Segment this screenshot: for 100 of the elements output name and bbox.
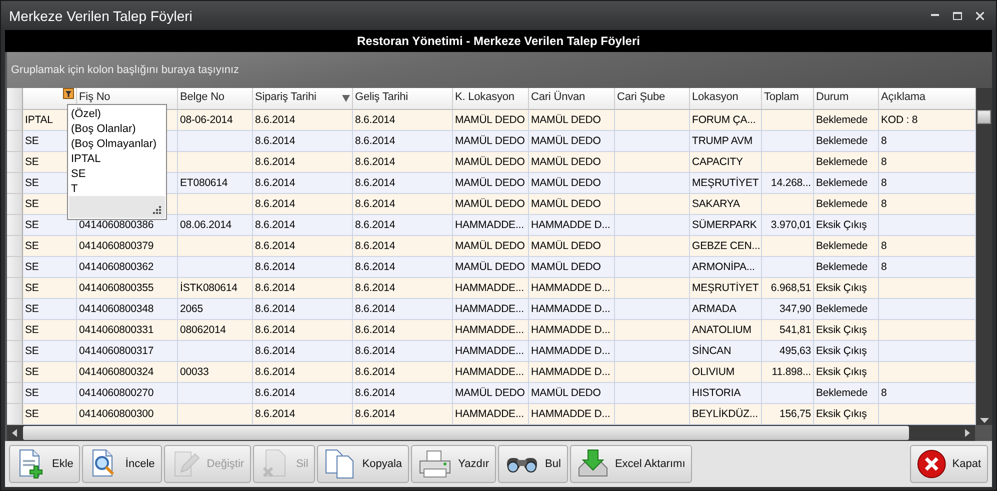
toolbar-button[interactable]: İncele — [82, 445, 162, 483]
table-cell: Beklemede — [814, 236, 879, 257]
toolbar-button[interactable]: Kopyala — [317, 445, 410, 483]
table-cell: 8.6.2014 — [353, 110, 453, 131]
table-cell — [762, 152, 814, 173]
table-cell: Eksik Çıkış — [814, 215, 879, 236]
close-icon[interactable] — [976, 12, 984, 20]
row-indicator — [7, 152, 23, 173]
maximize-icon[interactable] — [953, 12, 962, 20]
resize-grip-icon[interactable] — [153, 206, 161, 214]
table-cell: HAMMADDE... — [453, 341, 529, 362]
table-cell: 8.6.2014 — [253, 383, 353, 404]
table-cell: Eksik Çıkış — [814, 404, 879, 425]
table-cell: 0414060800324 — [77, 362, 178, 383]
toolbar-button[interactable]: Bul — [498, 445, 568, 483]
table-cell: Eksik Çıkış — [814, 278, 879, 299]
table-cell: 0414060800270 — [77, 383, 178, 404]
table-cell: 347,90 — [762, 299, 814, 320]
toolbar-button[interactable]: Ekle — [9, 445, 80, 483]
scroll-down-icon[interactable] — [980, 418, 988, 423]
table-cell — [762, 110, 814, 131]
table-cell: 156,75 — [762, 404, 814, 425]
table-cell: 8.6.2014 — [253, 341, 353, 362]
group-hint: Gruplamak için kolon başlığını buraya taşıyınız — [11, 64, 240, 76]
minimize-icon[interactable] — [931, 14, 939, 17]
table-cell: MAMÜL DEDO — [529, 110, 615, 131]
table-cell: SE — [23, 362, 77, 383]
table-cell: 8.6.2014 — [253, 173, 353, 194]
table-cell: 2065 — [178, 299, 253, 320]
table-cell: 8.6.2014 — [253, 320, 353, 341]
table-cell: SÜMERPARK — [690, 215, 762, 236]
table-cell: 8.6.2014 — [253, 131, 353, 152]
horizontal-scrollbar[interactable] — [7, 425, 975, 441]
table-cell: 8.6.2014 — [353, 152, 453, 173]
table-cell: 8 — [879, 257, 976, 278]
scroll-thumb[interactable] — [977, 110, 991, 124]
table-cell: MAMÜL DEDO — [453, 173, 529, 194]
row-indicator — [7, 131, 23, 152]
table-cell: MAMÜL DEDO — [453, 110, 529, 131]
table-cell: SAKARYA — [690, 194, 762, 215]
table-cell: 8.6.2014 — [253, 236, 353, 257]
toolbar-button[interactable]: Yazdır — [411, 445, 496, 483]
table-cell: HAMMADDE D... — [529, 341, 615, 362]
table-cell: MAMÜL DEDO — [529, 194, 615, 215]
table-cell: 8.6.2014 — [253, 152, 353, 173]
table-cell: 8.6.2014 — [353, 341, 453, 362]
table-cell: 0414060800355 — [77, 278, 178, 299]
table-cell: 08-06-2014 — [178, 110, 253, 131]
table-cell: HAMMADDE... — [453, 215, 529, 236]
table-cell — [762, 131, 814, 152]
table-cell: BEYLİKDÜZ... — [690, 404, 762, 425]
table-cell: MAMÜL DEDO — [529, 257, 615, 278]
table-cell: ARMADA — [690, 299, 762, 320]
table-cell: HISTORIA — [690, 383, 762, 404]
table-cell: TRUMP AVM — [690, 131, 762, 152]
table-cell: MAMÜL DEDO — [529, 173, 615, 194]
table-cell: SE — [23, 257, 77, 278]
row-indicator — [7, 404, 23, 425]
row-indicator — [7, 320, 23, 341]
table-cell: MAMÜL DEDO — [529, 383, 615, 404]
table-cell: 8 — [879, 173, 976, 194]
table-cell: 3.970,01 — [762, 215, 814, 236]
group-panel[interactable]: Gruplamak için kolon başlığını buraya taşıyınız — [7, 52, 992, 88]
toolbar-button[interactable]: Excel Aktarımı — [570, 445, 692, 483]
table-cell: 8 — [879, 152, 976, 173]
table-cell: HAMMADDE D... — [529, 404, 615, 425]
vertical-scrollbar[interactable] — [976, 88, 992, 425]
table-cell: CAPACITY — [690, 152, 762, 173]
table-cell: ANATOLIUM — [690, 320, 762, 341]
table-cell: 8.6.2014 — [353, 194, 453, 215]
row-indicator — [7, 110, 23, 131]
table-cell — [762, 194, 814, 215]
row-indicator — [7, 194, 23, 215]
filter-icon[interactable] — [63, 88, 74, 99]
table-cell: Beklemede — [814, 131, 879, 152]
window-title: Merkeze Verilen Talep Föyleri — [9, 8, 194, 24]
table-cell: 8.6.2014 — [253, 299, 353, 320]
table-cell: Beklemede — [814, 299, 879, 320]
table-cell: Beklemede — [814, 152, 879, 173]
table-cell: 8.6.2014 — [353, 320, 453, 341]
table-cell: HAMMADDE... — [453, 320, 529, 341]
table-cell: 08062014 — [178, 320, 253, 341]
table-cell: HAMMADDE D... — [529, 299, 615, 320]
table-cell: SE — [23, 383, 77, 404]
table-cell: 8 — [879, 194, 976, 215]
table-cell: 541,81 — [762, 320, 814, 341]
table-cell: 0414060800348 — [77, 299, 178, 320]
close-button[interactable]: Kapat — [910, 445, 988, 483]
table-cell: 0414060800300 — [77, 404, 178, 425]
table-cell: FORUM ÇA... — [690, 110, 762, 131]
table-cell: Beklemede — [814, 110, 879, 131]
table-cell: 495,63 — [762, 341, 814, 362]
header-title: Restoran Yönetimi - Merkeze Verilen Talep Föyleri — [357, 34, 640, 48]
table-cell: 0414060800317 — [77, 341, 178, 362]
table-cell: 8 — [879, 131, 976, 152]
table-cell: MAMÜL DEDO — [529, 236, 615, 257]
printer-icon — [418, 449, 452, 479]
table-cell: MAMÜL DEDO — [453, 383, 529, 404]
row-indicator — [7, 236, 23, 257]
table-cell: 8 — [879, 236, 976, 257]
